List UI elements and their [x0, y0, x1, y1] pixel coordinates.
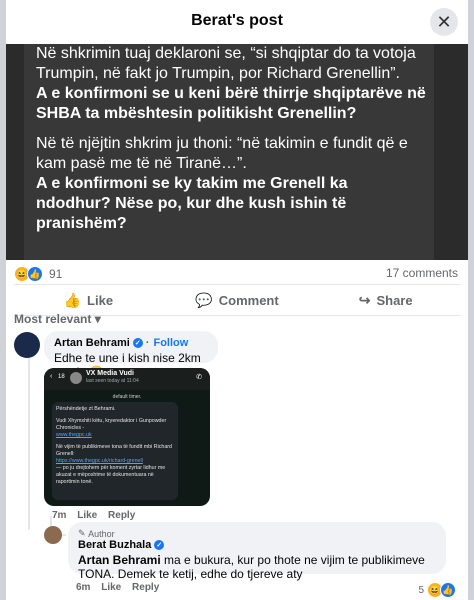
chat-timer-note: default timer.	[112, 394, 142, 400]
separator: ·	[145, 337, 150, 349]
avatar[interactable]	[14, 332, 40, 358]
image-paragraph: Në të njëjtin shkrim ju thoni: “në takim…	[36, 135, 408, 172]
mention-link[interactable]: Artan Behrami	[78, 553, 161, 567]
chat-name: VX Media Vudi	[86, 370, 134, 377]
comment-button[interactable]: 💬 Comment	[163, 285, 312, 315]
author-badge-label: Author	[88, 528, 115, 539]
comment-like-button[interactable]: Like	[77, 510, 97, 521]
author-name: Berat Buzhala	[78, 539, 152, 551]
modal-title: Berat's post	[191, 12, 283, 29]
share-button[interactable]: ↪ Share	[311, 285, 460, 315]
call-icon: ✆	[196, 374, 202, 381]
reply-time[interactable]: 6m	[76, 582, 90, 593]
chevron-down-icon: ▾	[94, 312, 101, 326]
sort-comments-dropdown[interactable]: Most relevant ▾	[14, 312, 101, 326]
thread-line	[28, 342, 30, 530]
share-icon: ↪	[358, 291, 371, 308]
author-badge: ✎ Author	[78, 528, 436, 539]
comment-label: Comment	[218, 292, 279, 308]
sort-label: Most relevant	[14, 312, 92, 326]
verified-icon: ✓	[154, 540, 165, 550]
chat-line: Përshëndetje zt Behrami.	[56, 406, 116, 412]
reply-bubble: ✎ Author Berat Buzhala ✓ Artan Behrami m…	[68, 522, 446, 581]
reaction-count: 91	[49, 267, 63, 281]
follow-button[interactable]: Follow	[153, 337, 188, 349]
chat-status: last seen today at 11:04	[86, 378, 139, 384]
author-name: Artan Behrami	[54, 337, 130, 349]
reply-meta: 6m Like Reply	[76, 582, 159, 593]
back-count: 18	[58, 374, 65, 380]
reply-reactions[interactable]: 5 😆 👍	[418, 582, 456, 598]
thumbs-up-icon: 👍	[63, 291, 82, 308]
like-reaction-icon: 👍	[27, 266, 43, 282]
comment-author[interactable]: Artan Behrami ✓ · Follow	[54, 337, 208, 349]
reply-like-button[interactable]: Like	[101, 582, 121, 593]
post-modal: Berat's post ✕ Në shkrimin tuaj deklaron…	[6, 0, 468, 600]
comment-reply-button[interactable]: Reply	[108, 510, 135, 521]
comments-count[interactable]: 17 comments	[386, 266, 458, 280]
close-button[interactable]: ✕	[430, 8, 458, 36]
verified-icon: ✓	[132, 338, 143, 348]
comment-icon: 💬	[195, 291, 213, 308]
chat-header: ‹ 18 VX Media Vudi last seen today at 11…	[44, 368, 210, 390]
image-question: A e konfirmoni se ky takim me Grenell ka…	[36, 175, 348, 232]
chat-line: Vudi Xhymshiti këtu, kryeredaktor i Gunp…	[56, 418, 167, 431]
post-stats: 😆 👍 91 17 comments	[6, 260, 468, 284]
like-label: Like	[87, 292, 114, 308]
like-button[interactable]: 👍 Like	[14, 285, 163, 315]
post-image[interactable]: Në shkrimin tuaj deklaroni se, “si shqip…	[6, 44, 468, 260]
reactions-summary[interactable]: 😆 👍 91	[14, 266, 62, 282]
comment-attachment-image[interactable]: ‹ 18 VX Media Vudi last seen today at 11…	[44, 368, 210, 506]
reply-react-count: 5	[418, 584, 424, 596]
image-text: Në shkrimin tuaj deklaroni se, “si shqip…	[36, 44, 426, 244]
reply-reply-button[interactable]: Reply	[132, 582, 159, 593]
image-paragraph: Në shkrimin tuaj deklaroni se, “si shqip…	[36, 45, 416, 82]
chat-link: https://www.thegpc.uk/richard-grenell	[56, 458, 143, 464]
modal-header: Berat's post ✕	[6, 0, 468, 45]
reply-author[interactable]: Berat Buzhala ✓	[78, 539, 436, 551]
close-icon: ✕	[436, 11, 452, 32]
chat-line: Në vijim të publikimeve tona të fundit m…	[56, 444, 172, 457]
avatar[interactable]	[44, 526, 62, 544]
comment-bubble: Artan Behrami ✓ · Follow Edhe te une i k…	[44, 331, 218, 379]
chat-message: Përshëndetje zt Behrami. Vudi Xhymshiti …	[52, 402, 178, 500]
like-reaction-icon: 👍	[440, 582, 456, 598]
image-question: A e konfirmoni se u keni bërë thirrje sh…	[36, 85, 426, 122]
chat-line: — po ju drejtohem për koment zyrtar lidh…	[56, 465, 166, 485]
chat-link: www.thegpc.uk	[56, 432, 92, 438]
chat-avatar	[70, 372, 82, 384]
reply-text: Artan Behrami ma e bukura, kur po thote …	[78, 553, 436, 581]
author-badge-icon: ✎	[78, 528, 86, 538]
back-icon: ‹	[50, 373, 53, 380]
share-label: Share	[376, 292, 413, 308]
